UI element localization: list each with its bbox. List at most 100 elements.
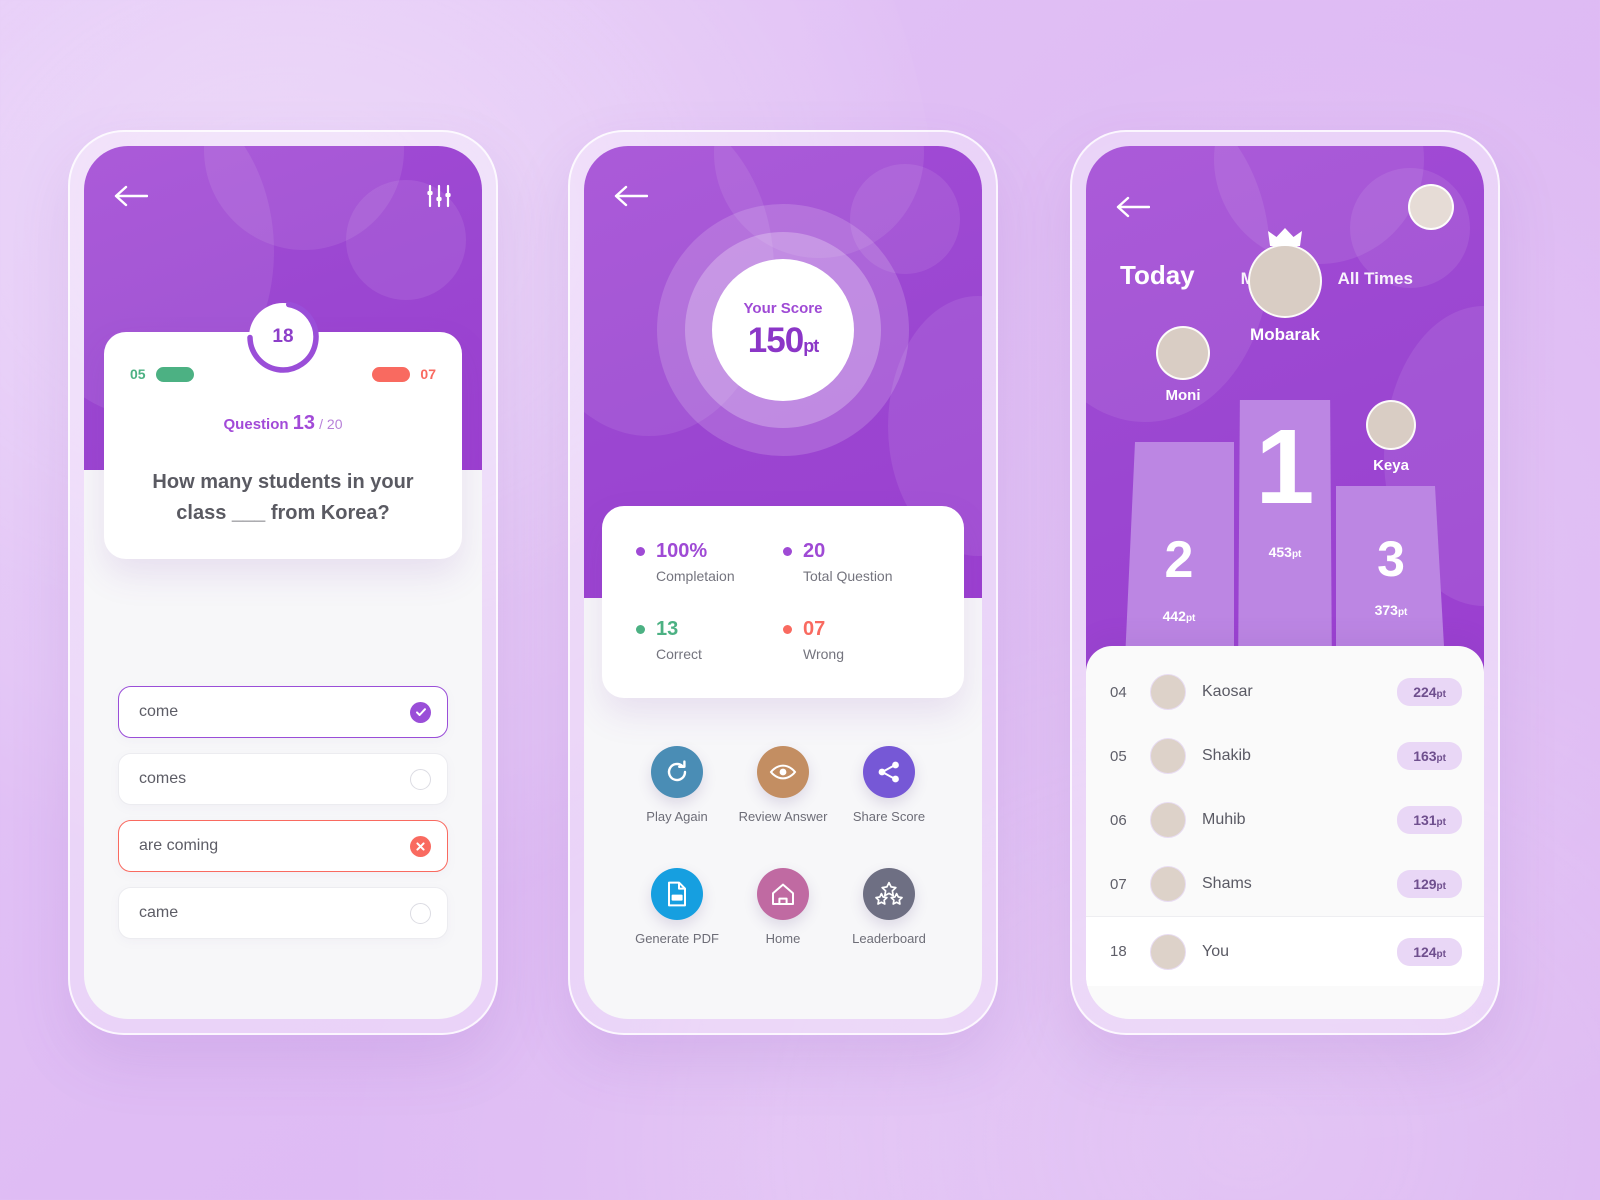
avatar bbox=[1150, 802, 1186, 838]
podium-name: Moni bbox=[1165, 387, 1201, 404]
row-points: 163pt bbox=[1397, 742, 1462, 770]
row-points: 129pt bbox=[1397, 870, 1462, 898]
podium-person-1[interactable]: Mobarak bbox=[1225, 228, 1345, 345]
back-arrow-icon[interactable] bbox=[114, 184, 148, 208]
podium-person-3[interactable]: Keya bbox=[1346, 400, 1436, 474]
summary-caption: Correct bbox=[656, 646, 702, 662]
table-row[interactable]: 06 Muhib 131pt bbox=[1086, 788, 1484, 852]
eye-icon bbox=[757, 746, 809, 798]
correct-counter: 05 bbox=[130, 366, 194, 382]
user-avatar[interactable] bbox=[1408, 184, 1454, 230]
action-review-answer[interactable]: Review Answer bbox=[739, 746, 827, 824]
action-leaderboard[interactable]: Leaderboard bbox=[852, 868, 926, 946]
score-circle: Your Score 150pt bbox=[712, 259, 854, 401]
counter-prefix: Question bbox=[223, 416, 289, 433]
avatar bbox=[1248, 244, 1322, 318]
row-name: Shakib bbox=[1202, 747, 1251, 764]
refresh-icon bbox=[651, 746, 703, 798]
row-name: You bbox=[1202, 942, 1229, 960]
action-home[interactable]: Home bbox=[757, 868, 809, 946]
score-screen: Your Score 150pt 100% Completaion 20 Tot… bbox=[584, 146, 982, 1019]
phone-mockup-leaderboard: Today Month All Times Moni bbox=[1070, 130, 1500, 1035]
row-points: 131pt bbox=[1397, 806, 1462, 834]
row-rank: 05 bbox=[1110, 747, 1127, 765]
share-icon bbox=[862, 746, 915, 798]
table-row-you[interactable]: 18 You 124pt bbox=[1086, 916, 1484, 986]
summary-item: 13 Correct bbox=[636, 618, 783, 662]
answer-label: comes bbox=[139, 770, 187, 787]
row-rank: 18 bbox=[1110, 943, 1127, 960]
table-row[interactable]: 04 Kaosar 224pt bbox=[1086, 660, 1484, 724]
score-value: 150pt bbox=[747, 320, 819, 361]
back-arrow-icon[interactable] bbox=[1116, 195, 1150, 219]
check-icon bbox=[410, 701, 431, 723]
action-label: Generate PDF bbox=[635, 931, 719, 946]
podium-name: Keya bbox=[1373, 457, 1409, 474]
answer-option[interactable]: come bbox=[118, 686, 448, 738]
podium-bar-1: 1 453pt bbox=[1238, 400, 1332, 676]
back-arrow-icon[interactable] bbox=[614, 184, 648, 208]
pdf-file-icon bbox=[650, 868, 703, 920]
summary-value: 100% bbox=[656, 540, 708, 562]
cross-icon bbox=[410, 835, 431, 857]
quiz-screen: 18 05 07 Question 13 / 20 How many stude… bbox=[84, 146, 482, 1019]
summary-dot bbox=[783, 625, 792, 634]
summary-dot bbox=[783, 547, 792, 556]
table-row[interactable]: 07 Shams 129pt bbox=[1086, 852, 1484, 916]
action-share-score[interactable]: Share Score bbox=[853, 746, 925, 824]
avatar bbox=[1156, 326, 1210, 380]
score-ring-inner: Your Score 150pt bbox=[685, 232, 881, 428]
podium-name: Mobarak bbox=[1250, 325, 1320, 344]
sliders-icon[interactable] bbox=[426, 184, 452, 208]
podium-points: 373pt bbox=[1374, 602, 1408, 618]
score-unit: pt bbox=[803, 335, 819, 356]
score-number: 150 bbox=[747, 320, 804, 360]
summary-value: 07 bbox=[803, 618, 826, 640]
summary-caption: Wrong bbox=[803, 646, 844, 662]
tab-today[interactable]: Today bbox=[1120, 260, 1195, 291]
answer-label: came bbox=[139, 904, 179, 921]
phone-mockup-quiz: 18 05 07 Question 13 / 20 How many stude… bbox=[68, 130, 498, 1035]
answer-options: come comes are coming came bbox=[84, 686, 482, 954]
podium-rank: 2 bbox=[1164, 531, 1194, 589]
radio-empty-icon bbox=[410, 902, 431, 924]
avatar bbox=[1366, 400, 1416, 450]
podium-rank: 3 bbox=[1377, 531, 1405, 587]
home-icon bbox=[757, 868, 809, 920]
action-label: Home bbox=[765, 931, 801, 946]
summary-caption: Total Question bbox=[803, 568, 893, 584]
action-play-again[interactable]: Play Again bbox=[646, 746, 708, 824]
avatar bbox=[1150, 738, 1186, 774]
row-rank: 04 bbox=[1110, 683, 1127, 701]
summary-value: 13 bbox=[656, 618, 679, 640]
summary-item: 20 Total Question bbox=[783, 540, 930, 584]
summary-item: 07 Wrong bbox=[783, 618, 930, 662]
podium-points: 453pt bbox=[1268, 544, 1302, 560]
podium-person-2[interactable]: Moni bbox=[1138, 326, 1228, 404]
row-name: Shams bbox=[1202, 875, 1252, 892]
row-points: 224pt bbox=[1397, 678, 1462, 706]
podium-points: 442pt bbox=[1162, 608, 1196, 624]
stars-icon bbox=[862, 868, 915, 920]
tab-all-times[interactable]: All Times bbox=[1338, 269, 1413, 289]
table-row[interactable]: 05 Shakib 163pt bbox=[1086, 724, 1484, 788]
leaderboard-list: 04 Kaosar 224pt 05 Shakib 163pt 06 Muhib… bbox=[1086, 646, 1484, 1019]
wrong-counter: 07 bbox=[372, 366, 436, 382]
crown-icon bbox=[1268, 227, 1302, 254]
wrong-bar bbox=[372, 366, 411, 382]
summary-item: 100% Completaion bbox=[636, 540, 783, 584]
answer-option[interactable]: came bbox=[118, 887, 448, 939]
leaderboard-screen: Today Month All Times Moni bbox=[1086, 146, 1484, 1019]
action-generate-pdf[interactable]: Generate PDF bbox=[635, 868, 719, 946]
correct-count: 05 bbox=[130, 366, 146, 382]
action-label: Play Again bbox=[646, 809, 708, 824]
summary-dot bbox=[636, 625, 645, 634]
podium-rank: 1 bbox=[1255, 408, 1315, 526]
answer-option[interactable]: are coming bbox=[118, 820, 448, 872]
question-text: How many students in your class ___ from… bbox=[152, 471, 414, 524]
podium-bar-2: 2 442pt bbox=[1124, 442, 1234, 676]
question-counter: Question 13 / 20 bbox=[130, 412, 436, 435]
summary-card: 100% Completaion 20 Total Question 13 Co… bbox=[602, 506, 964, 698]
correct-bar bbox=[155, 366, 194, 382]
answer-option[interactable]: comes bbox=[118, 753, 448, 805]
